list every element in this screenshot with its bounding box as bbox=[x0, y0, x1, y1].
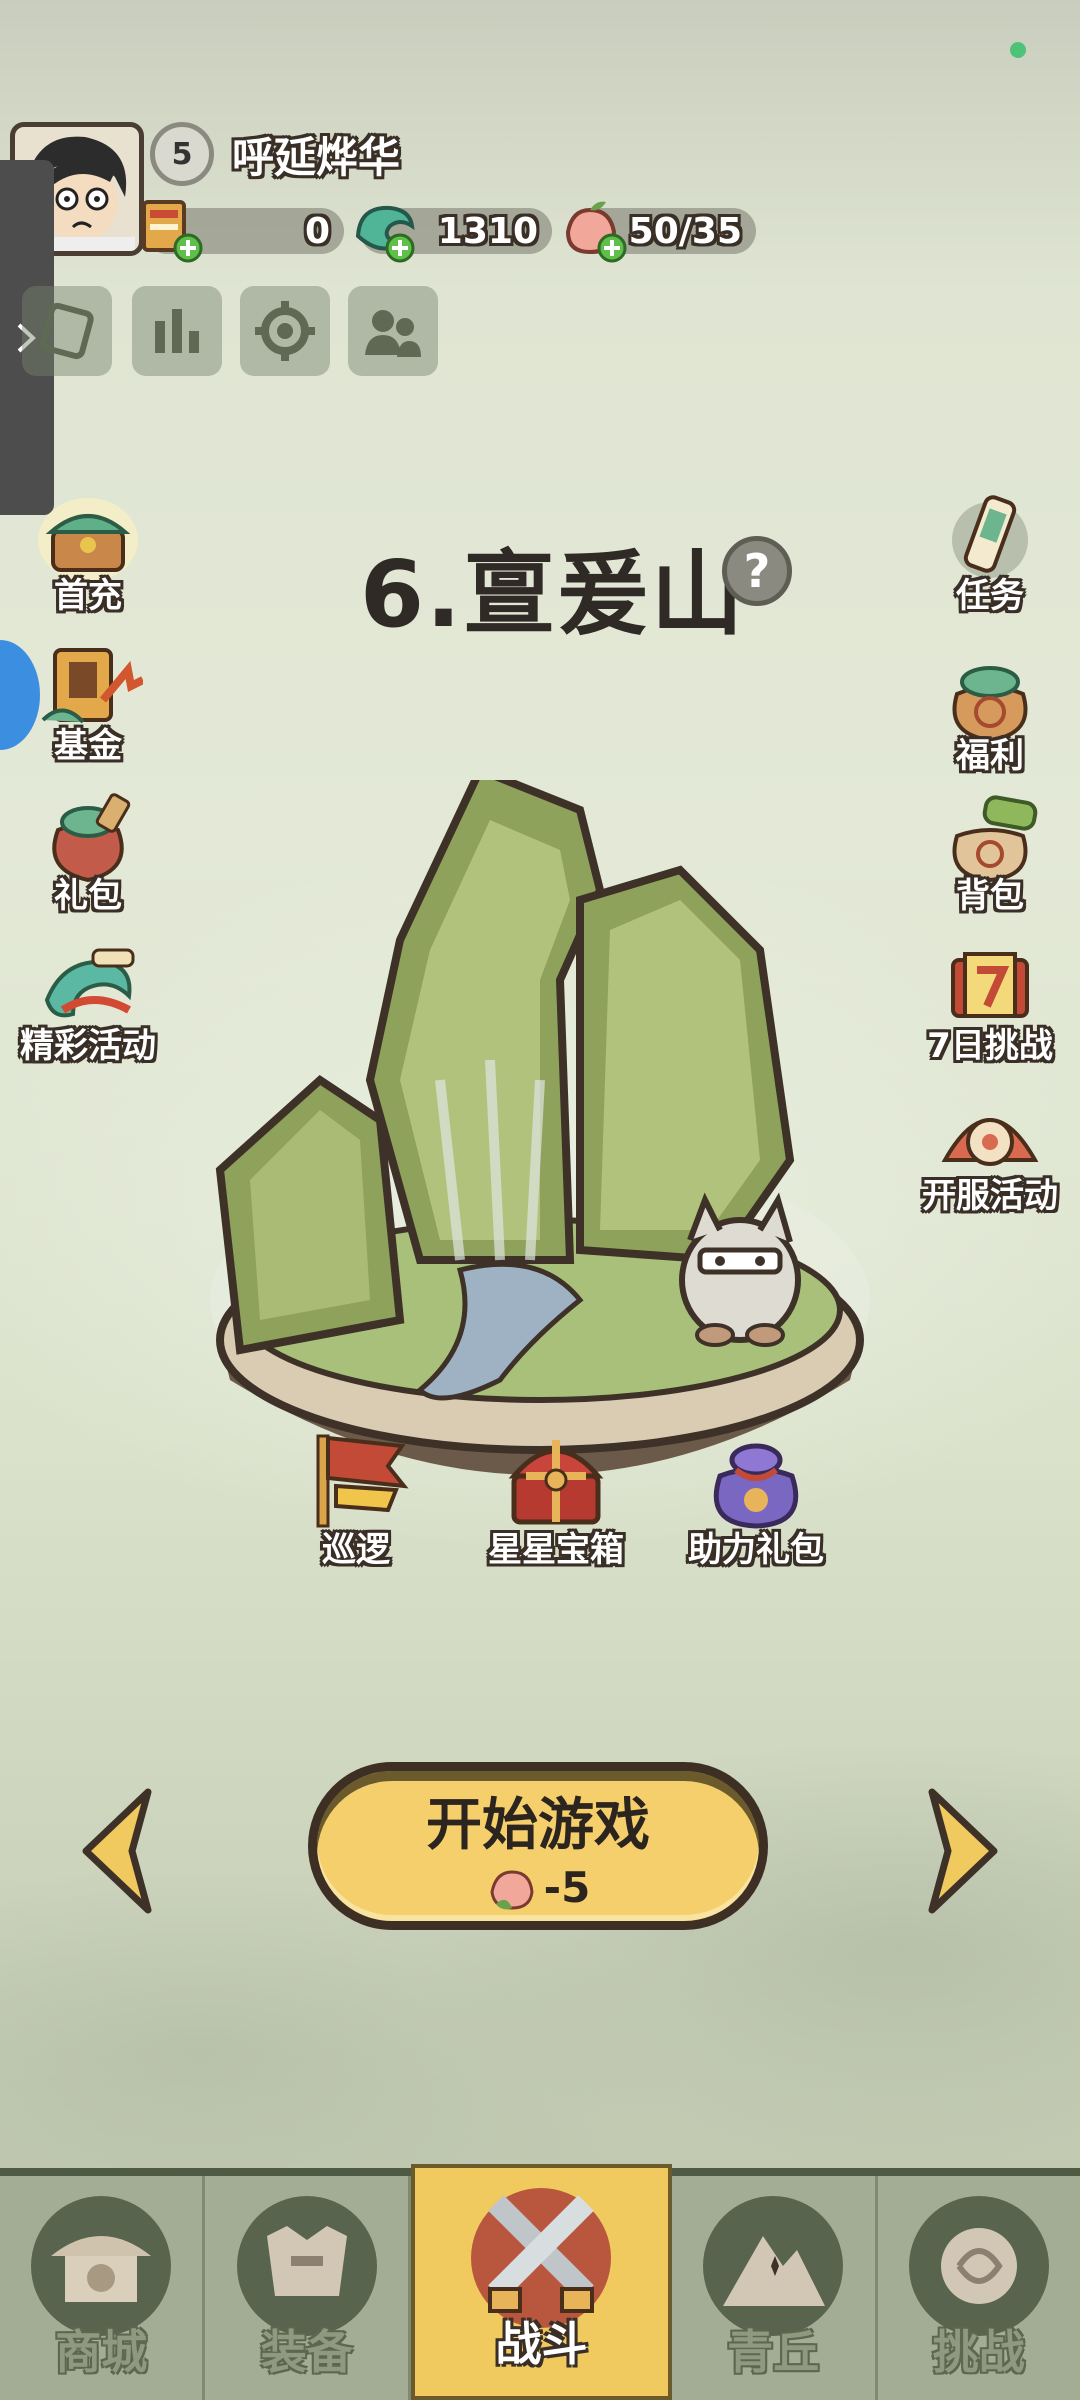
tab-equipment[interactable]: 装备 bbox=[205, 2176, 411, 2400]
server-event-button[interactable]: 开服活动 bbox=[920, 1090, 1060, 1220]
star-chest-label: 星星宝箱 bbox=[488, 1530, 624, 1570]
fund-label: 基金 bbox=[54, 726, 122, 766]
tab-challenge-label: 挑战 bbox=[932, 2325, 1025, 2379]
shop-icon bbox=[31, 2196, 172, 2336]
coupon-button[interactable] bbox=[22, 286, 112, 376]
ticket-icon bbox=[40, 302, 94, 360]
welfare-button[interactable]: 福利 bbox=[920, 650, 1060, 780]
peach-stamina-resource[interactable]: 50/35 bbox=[565, 201, 756, 263]
challenge-orb-icon bbox=[908, 2196, 1049, 2336]
events-button[interactable]: 精彩活动 bbox=[18, 940, 158, 1070]
seven-day-challenge-label: 7日挑战 bbox=[927, 1026, 1053, 1066]
gift-pack-button[interactable]: 礼包 bbox=[18, 790, 158, 920]
patrol-label: 巡逻 bbox=[322, 1530, 390, 1570]
level-title: 6.亶爰山 bbox=[360, 541, 745, 648]
stamina-cost: -5 bbox=[543, 1863, 591, 1912]
patrol-flag-icon bbox=[316, 1434, 409, 1528]
tab-equipment-label: 装备 bbox=[260, 2325, 353, 2379]
ranking-bars-icon bbox=[155, 309, 199, 353]
first-recharge-label: 首充 bbox=[54, 576, 122, 616]
backpack-label: 背包 bbox=[956, 876, 1024, 916]
scroll-resource[interactable]: 0 bbox=[142, 200, 344, 263]
fund-button[interactable]: 基金 bbox=[18, 640, 158, 770]
patrol-button[interactable]: 巡逻 bbox=[256, 1426, 456, 1571]
tab-battle[interactable]: 战斗 bbox=[410, 2164, 673, 2400]
status-dot bbox=[1010, 42, 1026, 58]
server-event-label: 开服活动 bbox=[922, 1176, 1058, 1216]
seven-day-challenge-button[interactable]: 7日挑战 bbox=[920, 940, 1060, 1070]
gear-icon bbox=[255, 301, 315, 361]
start-game-button[interactable]: 开始游戏 -5 bbox=[308, 1762, 768, 1930]
previous-level-arrow-icon[interactable] bbox=[78, 1786, 158, 1916]
settings-button[interactable] bbox=[240, 286, 330, 376]
start-game-label: 开始游戏 bbox=[426, 1793, 650, 1858]
assist-gift-button[interactable]: 助力礼包 bbox=[656, 1426, 856, 1571]
assist-gift-label: 助力礼包 bbox=[688, 1530, 824, 1570]
tab-challenge[interactable]: 挑战 bbox=[878, 2176, 1080, 2400]
mountain-icon bbox=[703, 2196, 844, 2336]
tab-qingqiu[interactable]: 青丘 bbox=[672, 2176, 878, 2400]
player-level-badge: 5 bbox=[150, 122, 214, 186]
scroll-ticket-icon bbox=[142, 200, 203, 263]
bottom-navigation: 商城 装备 战斗 青丘 挑战 bbox=[0, 2164, 1080, 2400]
tab-shop-label: 商城 bbox=[55, 2325, 148, 2379]
player-name: 呼延烨华 bbox=[232, 133, 401, 182]
peach-icon bbox=[565, 201, 627, 263]
welfare-label: 福利 bbox=[956, 736, 1024, 776]
helmet-icon bbox=[236, 2196, 377, 2336]
friends-icon bbox=[365, 310, 421, 357]
tasks-button[interactable]: 任务 bbox=[920, 490, 1060, 620]
tab-shop[interactable]: 商城 bbox=[0, 2176, 206, 2400]
backpack-button[interactable]: 背包 bbox=[920, 790, 1060, 920]
first-recharge-button[interactable]: 首充 bbox=[18, 490, 158, 620]
assist-gift-bag-icon bbox=[713, 1443, 799, 1529]
tasks-label: 任务 bbox=[956, 576, 1024, 616]
star-chest-button[interactable]: 星星宝箱 bbox=[456, 1426, 656, 1571]
gift-pack-label: 礼包 bbox=[54, 876, 122, 916]
help-icon: ? bbox=[743, 544, 771, 598]
star-chest-icon bbox=[508, 1440, 604, 1525]
events-label: 精彩活动 bbox=[20, 1026, 156, 1066]
tab-battle-label: 战斗 bbox=[495, 2317, 588, 2371]
jade-resource[interactable]: 1310 bbox=[355, 205, 552, 263]
friends-button[interactable] bbox=[348, 286, 438, 376]
tab-qingqiu-label: 青丘 bbox=[727, 2325, 820, 2379]
jade-dragon-icon bbox=[355, 205, 415, 263]
peach-icon bbox=[490, 1869, 534, 1910]
start-cost: -5 bbox=[486, 1863, 591, 1912]
next-level-arrow-icon[interactable] bbox=[922, 1786, 1002, 1916]
level-help-button[interactable]: ? bbox=[722, 536, 792, 606]
ranking-button[interactable] bbox=[132, 286, 222, 376]
crossed-swords-icon bbox=[471, 2188, 612, 2328]
